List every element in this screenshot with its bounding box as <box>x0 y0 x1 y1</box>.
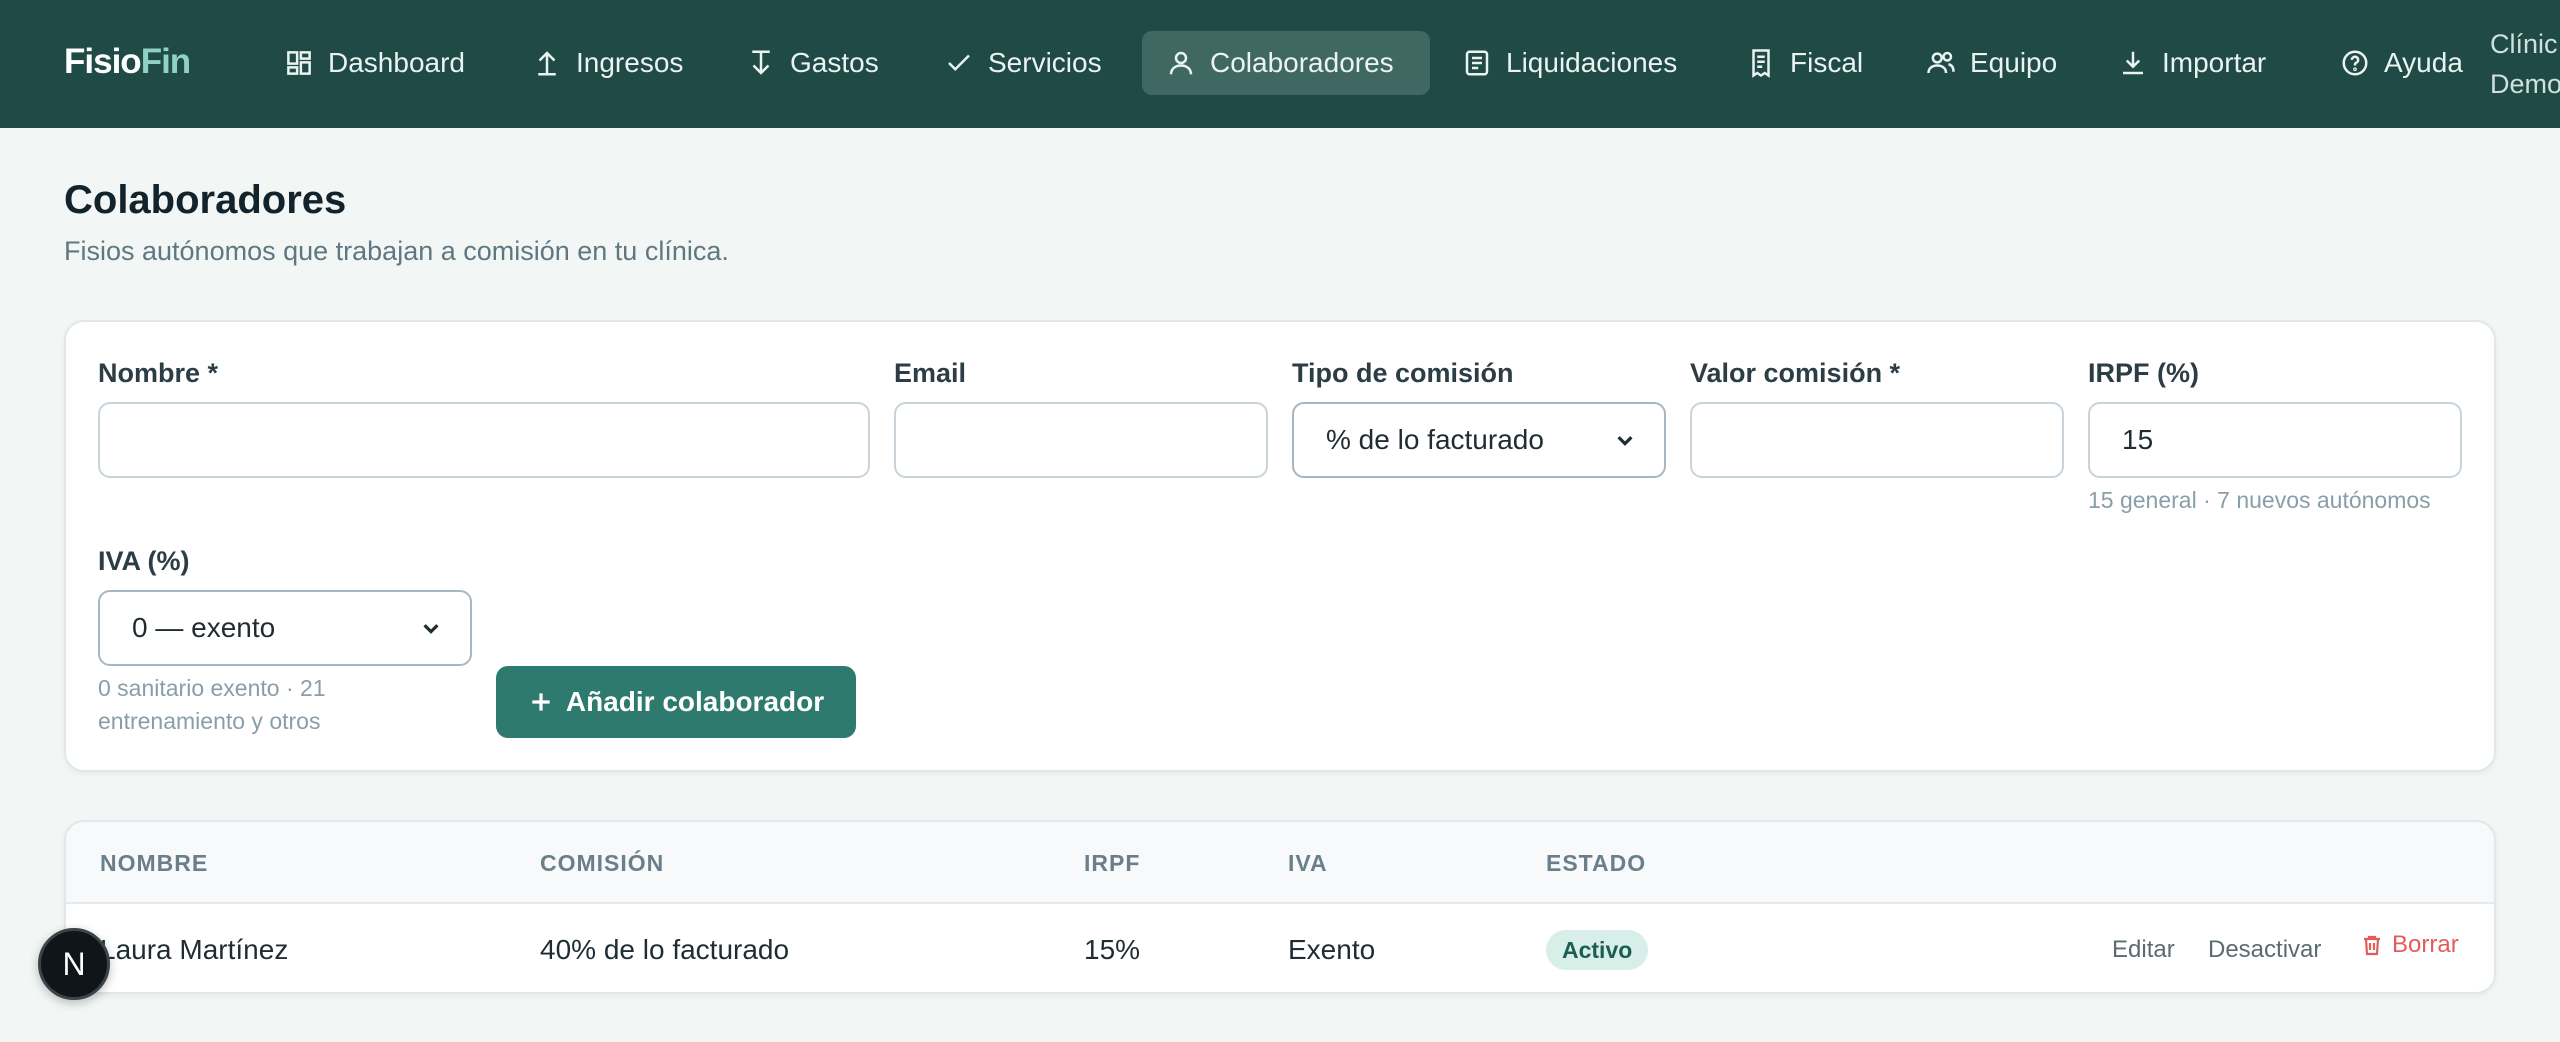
dev-tools-badge: N <box>38 928 110 1000</box>
add-collaborator-button[interactable]: Añadir colaborador <box>496 666 856 738</box>
clinic-name-line2: Demo <box>2490 69 2560 99</box>
dev-tools-button[interactable]: N <box>36 926 156 1006</box>
irpf-label: IRPF (%) <box>2088 358 2199 388</box>
iva-hint-line1: 0 sanitario exento · 21 <box>98 675 326 701</box>
plus-icon <box>532 693 550 711</box>
nav-item-ingresos[interactable]: Ingresos <box>508 31 707 95</box>
deactivate-button[interactable]: Desactivar <box>2208 936 2321 964</box>
valor-comision-input[interactable] <box>1690 402 2064 478</box>
add-collaborator-label: Añadir colaborador <box>565 686 825 717</box>
column-header-iva: IVA <box>1288 850 1328 876</box>
nav-item-colaboradores[interactable]: Colaboradores <box>1142 31 1430 95</box>
receipt-icon <box>1752 49 1770 78</box>
top-navbar: FisioFin Dashboard Ingresos Gastos Servi… <box>0 0 2560 128</box>
chevron-down-icon <box>1617 436 1633 446</box>
column-header-comision: COMISIÓN <box>540 850 665 876</box>
edit-button[interactable]: Editar <box>2112 936 2175 964</box>
tipo-comision-value: % de lo facturado <box>1326 424 1544 455</box>
page-title: Colaboradores <box>64 178 347 222</box>
table-header: NOMBRE COMISIÓN IRPF IVA ESTADO <box>66 822 2494 904</box>
clinic-name-line1: Clínic <box>2490 29 2558 59</box>
email-input[interactable] <box>894 402 1268 478</box>
dashboard-icon <box>287 51 311 75</box>
collaborators-table: NOMBRE COMISIÓN IRPF IVA ESTADO Laura Ma… <box>64 820 2496 994</box>
delete-label: Borrar <box>2392 931 2459 958</box>
valor-comision-label: Valor comisión * <box>1690 358 1901 388</box>
trash-icon <box>2364 935 2380 956</box>
arrow-down-icon <box>752 50 770 75</box>
status-badge: Activo <box>1546 930 1649 970</box>
nav-item-liquidaciones[interactable]: Liquidaciones <box>1438 31 1701 95</box>
help-icon <box>2342 50 2368 76</box>
nav-label: Equipo <box>1970 47 2058 78</box>
logo-text-fin: Fin <box>140 42 191 81</box>
cell-iva: Exento <box>1288 934 1376 965</box>
nav-item-fiscal[interactable]: Fiscal <box>1722 31 1887 95</box>
nav-label: Dashboard <box>328 47 465 78</box>
chevron-down-icon <box>423 624 439 634</box>
nombre-label: Nombre * <box>98 358 219 388</box>
nav-label: Gastos <box>790 47 879 78</box>
iva-value: 0 — exento <box>132 612 276 643</box>
users-icon <box>1927 51 1955 74</box>
download-icon <box>2123 51 2143 75</box>
nav-item-importar[interactable]: Importar <box>2094 31 2290 95</box>
nav-item-equipo[interactable]: Equipo <box>1902 31 2081 95</box>
document-icon <box>1465 50 1489 76</box>
nav-item-ayuda[interactable]: Ayuda <box>2316 31 2487 95</box>
email-label: Email <box>894 358 967 388</box>
iva-hint-line2: entrenamiento y otros <box>98 708 321 734</box>
nav-label: Importar <box>2162 47 2267 78</box>
tipo-comision-label: Tipo de comisión <box>1292 358 1514 388</box>
iva-select[interactable]: 0 — exento <box>98 590 472 666</box>
nav-label: Servicios <box>988 47 1102 78</box>
nav-label: Fiscal <box>1790 47 1864 78</box>
logo-text-fisio: Fisio <box>64 42 142 81</box>
app-logo[interactable]: FisioFin <box>64 42 191 82</box>
user-icon <box>1169 51 1193 75</box>
delete-button[interactable]: Borrar <box>2360 931 2459 959</box>
check-icon <box>948 54 970 72</box>
tipo-comision-select[interactable]: % de lo facturado <box>1292 402 1666 478</box>
cell-comision: 40% de lo facturado <box>540 934 790 965</box>
nombre-input[interactable] <box>98 402 870 478</box>
nav-item-servicios[interactable]: Servicios <box>920 31 1126 95</box>
arrow-up-icon <box>538 51 556 76</box>
cell-irpf: 15% <box>1084 934 1141 965</box>
clinic-selector[interactable]: Clínic Demo <box>2490 24 2560 104</box>
nav-label: Colaboradores <box>1210 47 1394 78</box>
iva-hint: 0 sanitario exento · 21 entrenamiento y … <box>98 672 326 738</box>
column-header-estado: ESTADO <box>1546 850 1647 876</box>
nav-label: Ayuda <box>2384 47 2463 78</box>
nav-label: Liquidaciones <box>1506 47 1678 78</box>
nav-item-gastos[interactable]: Gastos <box>722 31 903 95</box>
iva-label: IVA (%) <box>98 546 190 576</box>
column-header-nombre: NOMBRE <box>100 850 209 876</box>
nav-label: Ingresos <box>576 47 684 78</box>
irpf-input[interactable] <box>2088 402 2462 478</box>
column-header-irpf: IRPF <box>1084 850 1141 876</box>
nav-item-dashboard[interactable]: Dashboard <box>260 31 489 95</box>
irpf-hint: 15 general · 7 nuevos autónomos <box>2088 487 2431 513</box>
page-subtitle: Fisios autónomos que trabajan a comisión… <box>64 236 729 266</box>
